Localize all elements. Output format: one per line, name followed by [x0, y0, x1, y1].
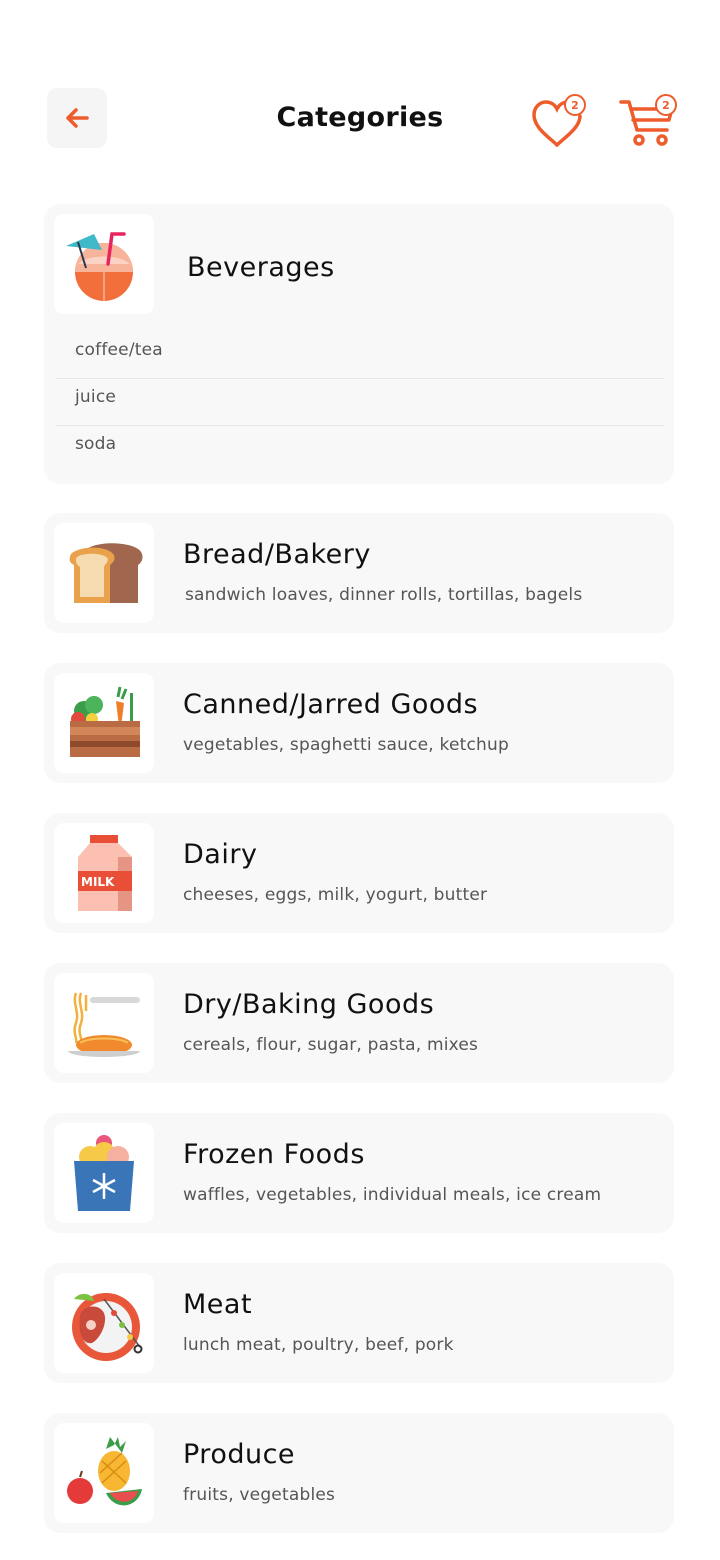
- page-title: Categories: [276, 102, 444, 133]
- category-thumbnail: [54, 1273, 154, 1373]
- category-title: Canned/Jarred Goods: [183, 689, 479, 720]
- category-card-beverages[interactable]: Beverages coffee/tea juice soda: [44, 204, 674, 484]
- noodles-icon: [68, 992, 140, 1057]
- coconut-drink-icon: [66, 232, 133, 301]
- svg-text:MILK: MILK: [81, 875, 115, 889]
- category-card-meat[interactable]: Meat lunch meat, poultry, beef, pork: [44, 1263, 674, 1383]
- category-subtitle: cheeses, eggs, milk, yogurt, butter: [183, 885, 488, 905]
- milk-carton-icon: MILK: [78, 835, 132, 911]
- category-card-dry-baking-goods[interactable]: Dry/Baking Goods cereals, flour, sugar, …: [44, 963, 674, 1083]
- category-thumbnail: [54, 214, 154, 314]
- subcategory-list: coffee/tea juice soda: [56, 332, 664, 473]
- subcategory-item[interactable]: coffee/tea: [56, 332, 664, 379]
- category-thumbnail: [54, 1423, 154, 1523]
- category-card-canned-jarred-goods[interactable]: Canned/Jarred Goods vegetables, spaghett…: [44, 663, 674, 783]
- category-card-frozen-foods[interactable]: Frozen Foods waffles, vegetables, indivi…: [44, 1113, 674, 1233]
- favorites-count-badge: 2: [564, 94, 586, 116]
- subcategory-item[interactable]: soda: [56, 426, 664, 473]
- category-card-bread-bakery[interactable]: Bread/Bakery sandwich loaves, dinner rol…: [44, 513, 674, 633]
- top-bar: Categories 2 2: [0, 88, 720, 150]
- category-title: Dry/Baking Goods: [183, 989, 435, 1020]
- category-title: Dairy: [183, 839, 258, 870]
- category-card-produce[interactable]: Produce fruits, vegetables: [44, 1413, 674, 1533]
- category-subtitle: waffles, vegetables, individual meals, i…: [183, 1185, 602, 1205]
- category-subtitle: lunch meat, poultry, beef, pork: [183, 1335, 454, 1355]
- bread-icon: [69, 543, 143, 603]
- fruits-icon: [67, 1437, 142, 1506]
- category-subtitle: vegetables, spaghetti sauce, ketchup: [183, 735, 509, 755]
- category-title: Meat: [183, 1289, 253, 1320]
- steak-plate-icon: [72, 1293, 143, 1361]
- category-title: Bread/Bakery: [183, 539, 371, 570]
- category-title: Frozen Foods: [183, 1139, 365, 1170]
- category-thumbnail: [54, 973, 154, 1073]
- category-subtitle: fruits, vegetables: [183, 1485, 336, 1505]
- favorites-button[interactable]: 2: [528, 92, 588, 152]
- subcategory-item[interactable]: juice: [56, 379, 664, 426]
- vegetable-crate-icon: [70, 686, 140, 757]
- cart-count-badge: 2: [655, 94, 677, 116]
- category-title: Beverages: [187, 252, 335, 283]
- category-card-dairy[interactable]: MILK Dairy cheeses, eggs, milk, yogurt, …: [44, 813, 674, 933]
- category-thumbnail: MILK: [54, 823, 154, 923]
- category-subtitle: sandwich loaves, dinner rolls, tortillas…: [185, 585, 583, 605]
- category-subtitle: cereals, flour, sugar, pasta, mixes: [183, 1035, 479, 1055]
- category-title: Produce: [183, 1439, 296, 1470]
- category-thumbnail: [54, 523, 154, 623]
- cart-button[interactable]: 2: [617, 92, 677, 152]
- ice-cream-box-icon: [74, 1135, 134, 1211]
- category-thumbnail: [54, 673, 154, 773]
- category-thumbnail: [54, 1123, 154, 1223]
